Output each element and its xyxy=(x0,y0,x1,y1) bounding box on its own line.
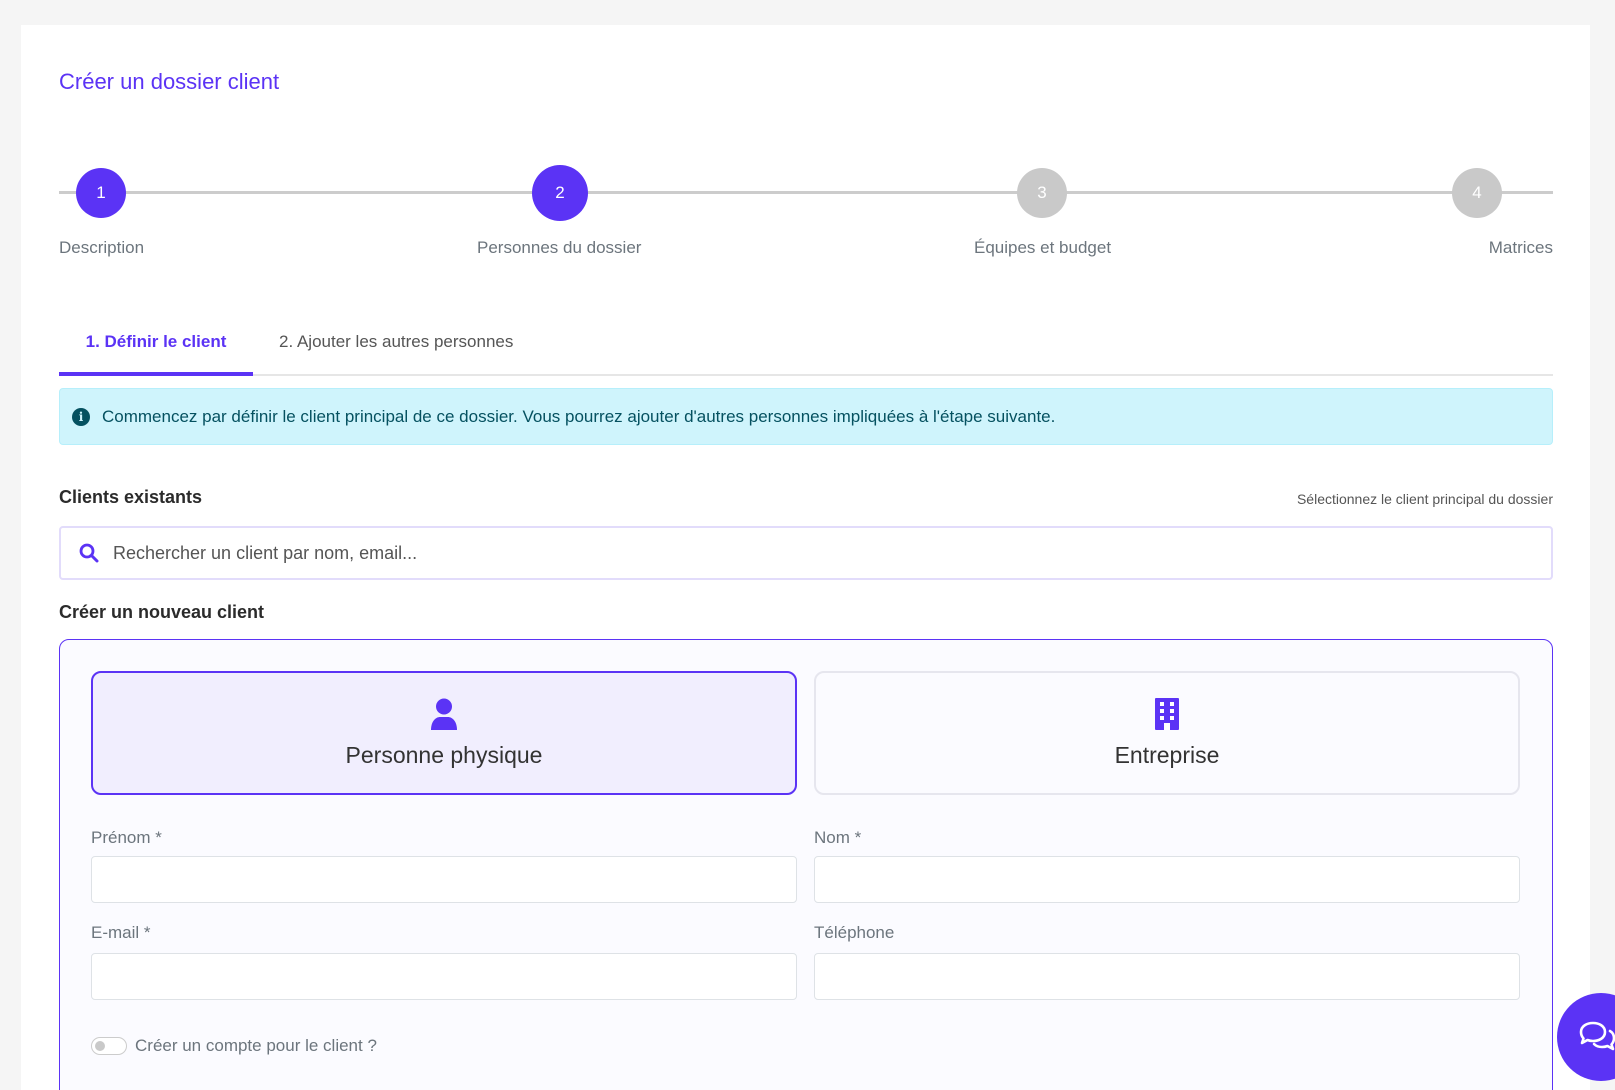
building-icon xyxy=(1155,697,1179,730)
step-2-circle[interactable]: 2 xyxy=(532,165,588,221)
step-4-circle[interactable]: 4 xyxy=(1452,168,1502,218)
step-1-label: Description xyxy=(59,238,145,257)
existing-clients-title: Clients existants xyxy=(59,487,203,507)
info-alert-text: Commencez par définir le client principa… xyxy=(102,406,1056,426)
type-company-label: Entreprise xyxy=(1114,741,1220,768)
create-account-label: Créer un compte pour le client ? xyxy=(135,1036,377,1055)
main-card: Créer un dossier client 1 Description 2 … xyxy=(21,25,1590,1090)
chat-icon xyxy=(1579,1021,1615,1051)
first-name-label: Prénom * xyxy=(91,828,162,847)
stepper-line xyxy=(59,191,1553,194)
new-client-title: Créer un nouveau client xyxy=(59,602,265,622)
stepper: 1 Description 2 Personnes du dossier 3 É… xyxy=(59,144,1553,264)
step-4-label: Matrices xyxy=(1488,238,1553,257)
step-3-circle[interactable]: 3 xyxy=(1017,168,1067,218)
step-3-label: Équipes et budget xyxy=(974,238,1112,257)
client-search-input[interactable] xyxy=(113,542,1551,564)
type-company-card[interactable]: Entreprise xyxy=(814,671,1520,795)
client-search-box xyxy=(59,526,1553,580)
tab-add-other-persons[interactable]: 2. Ajouter les autres personnes xyxy=(253,332,513,352)
phone-input[interactable] xyxy=(814,953,1520,1000)
user-icon xyxy=(431,698,457,730)
new-client-panel: Personne physique Entreprise Prénom * No… xyxy=(59,639,1553,1090)
step-2-label: Personnes du dossier xyxy=(477,238,642,257)
existing-clients-hint: Sélectionnez le client principal du doss… xyxy=(1296,491,1553,507)
type-individual-label: Personne physique xyxy=(345,741,543,768)
type-individual-card[interactable]: Personne physique xyxy=(91,671,797,795)
email-label: E-mail * xyxy=(91,923,151,942)
info-alert: i Commencez par définir le client princi… xyxy=(59,388,1553,445)
last-name-label: Nom * xyxy=(814,828,862,847)
create-account-toggle[interactable] xyxy=(91,1037,127,1055)
tab-define-client[interactable]: 1. Définir le client xyxy=(59,332,253,376)
info-circle-icon: i xyxy=(72,407,90,426)
email-input[interactable] xyxy=(91,953,797,1000)
tab-bar: 1. Définir le client 2. Ajouter les autr… xyxy=(59,320,1553,376)
step-1-circle[interactable]: 1 xyxy=(76,168,126,218)
phone-label: Téléphone xyxy=(814,923,895,942)
last-name-input[interactable] xyxy=(814,856,1520,903)
search-icon xyxy=(79,543,99,563)
first-name-input[interactable] xyxy=(91,856,797,903)
page-title: Créer un dossier client xyxy=(59,69,280,94)
